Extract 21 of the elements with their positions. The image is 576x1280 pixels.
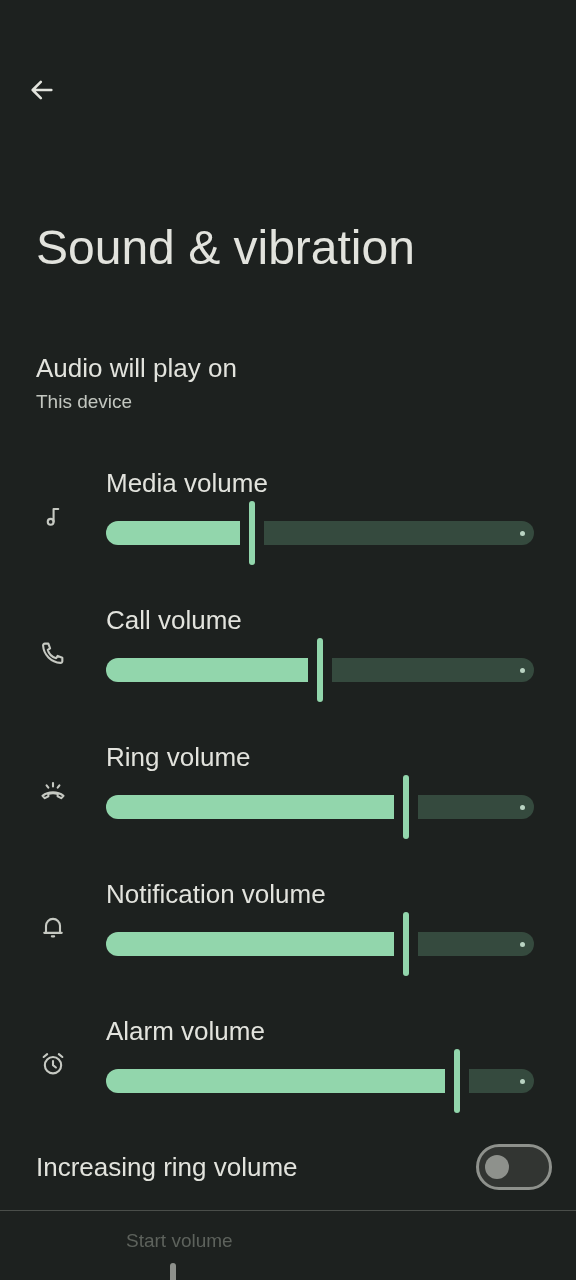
page-title: Sound & vibration <box>35 220 416 276</box>
slider-thumb[interactable] <box>317 638 323 702</box>
volume-label: Ring volume <box>106 741 252 774</box>
output-label[interactable]: Audio will play on <box>36 352 576 384</box>
toggle-switch[interactable] <box>476 1144 552 1190</box>
volume-label: Call volume <box>106 604 243 637</box>
slider-thumb[interactable] <box>453 1049 460 1113</box>
start-volume-label: Start volume <box>125 1229 234 1253</box>
volume-label: Notification volume <box>106 878 327 911</box>
volume-slider[interactable] <box>106 775 534 839</box>
slider-thumb[interactable] <box>248 501 255 565</box>
volume-slider[interactable] <box>106 638 534 702</box>
slider-thumb[interactable] <box>402 775 409 839</box>
volume-label: Media volume <box>106 467 269 500</box>
output-value: This device <box>36 390 134 414</box>
setting-label: Increasing ring volume <box>36 1151 298 1183</box>
volume-label: Alarm volume <box>106 1015 266 1048</box>
volume-slider[interactable] <box>106 1049 534 1113</box>
volume-slider[interactable] <box>106 912 534 976</box>
volume-slider[interactable] <box>106 501 534 565</box>
slider-thumb[interactable] <box>402 912 409 976</box>
